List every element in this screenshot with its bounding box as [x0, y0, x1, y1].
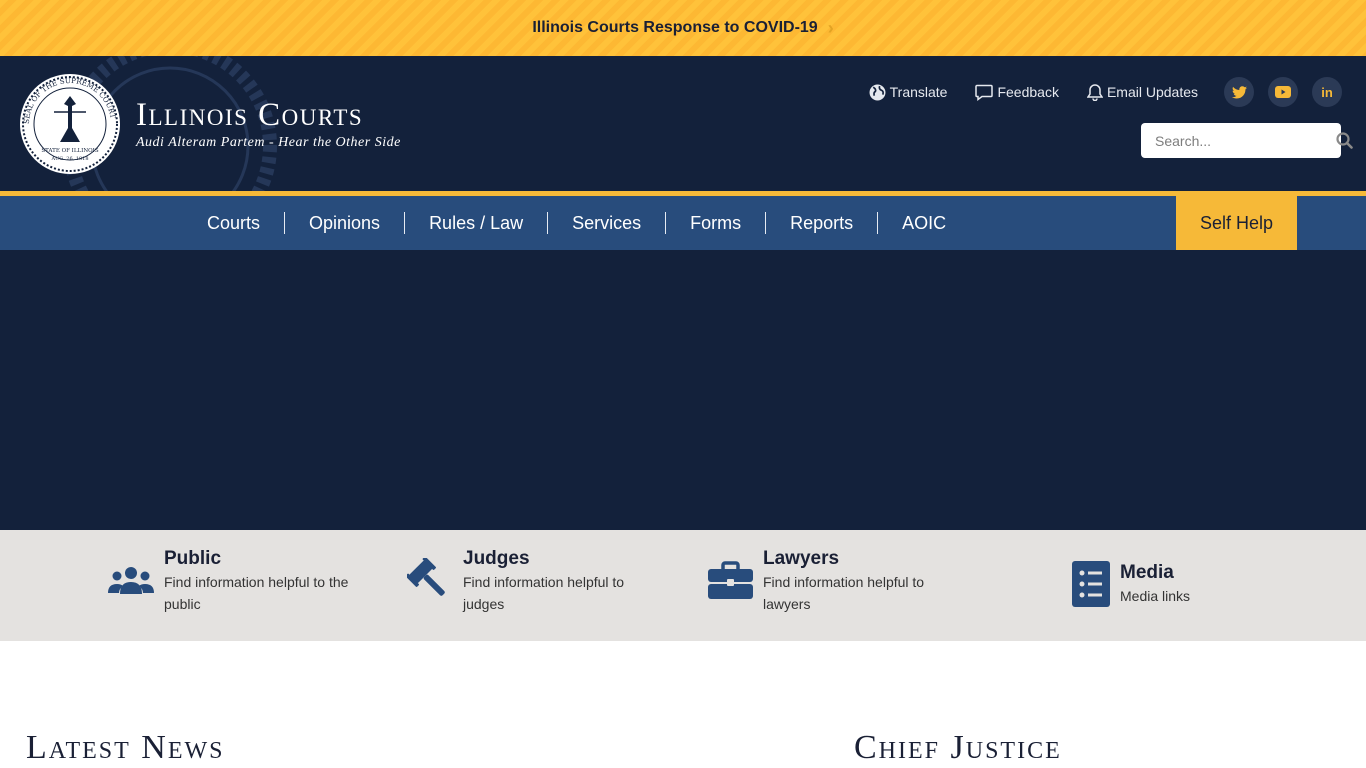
covid-alert-text: Illinois Courts Response to COVID-19 — [532, 19, 818, 36]
comment-icon — [975, 84, 994, 101]
audience-lawyers[interactable]: Lawyers Find information helpful to lawy… — [708, 547, 953, 615]
search-input[interactable] — [1141, 123, 1336, 158]
list-icon — [1072, 561, 1110, 607]
nav-item-courts[interactable]: Courts — [183, 212, 284, 234]
globe-icon — [869, 84, 886, 100]
seal-date-text: AUG. 26, 1818 — [50, 156, 88, 162]
audience-lawyers-desc: Find information helpful to lawyers — [763, 574, 925, 612]
search-box — [1141, 123, 1353, 158]
email-updates-label: Email Updates — [1106, 84, 1198, 100]
twitter-icon — [1231, 85, 1247, 98]
linkedin-link[interactable]: in — [1312, 77, 1342, 107]
main-nav: Courts Opinions Rules / Law Services For… — [0, 196, 1366, 250]
site-logo[interactable]: SEAL OF THE SUPREME COURT STATE OF ILLIN… — [18, 72, 401, 176]
supreme-court-seal-icon: SEAL OF THE SUPREME COURT STATE OF ILLIN… — [20, 74, 120, 174]
site-title: Illinois Courts — [136, 97, 364, 133]
translate-link[interactable]: Translate — [869, 84, 948, 101]
covid-alert-banner: Illinois Courts Response to COVID-19 › — [0, 0, 1366, 56]
audience-media-title: Media — [1120, 562, 1174, 583]
social-links: in — [1224, 77, 1342, 107]
users-icon — [108, 566, 154, 596]
audience-judges[interactable]: Judges Find information helpful to judge… — [407, 547, 653, 615]
chevron-right-icon: › — [827, 17, 834, 38]
audience-public-desc: Find information helpful to the public — [164, 574, 349, 612]
latest-news-heading: Latest News — [26, 729, 225, 766]
youtube-icon — [1275, 86, 1291, 98]
chief-justice-heading: Chief Justice — [854, 729, 1062, 766]
audience-media-desc: Media links — [1120, 588, 1191, 604]
briefcase-icon — [708, 561, 753, 601]
nav-item-rules-law[interactable]: Rules / Law — [404, 212, 547, 234]
self-help-button[interactable]: Self Help — [1176, 196, 1297, 250]
audience-links: Public Find information helpful to the p… — [0, 530, 1366, 641]
site-header: SEAL OF THE SUPREME COURT STATE OF ILLIN… — [0, 56, 1366, 191]
translate-label: Translate — [889, 84, 948, 100]
seal-state-text: STATE OF ILLINOIS — [41, 148, 98, 154]
search-icon — [1336, 132, 1353, 149]
nav-item-reports[interactable]: Reports — [765, 212, 877, 234]
feedback-label: Feedback — [997, 84, 1059, 100]
audience-judges-desc: Find information helpful to judges — [463, 574, 625, 612]
nav-item-opinions[interactable]: Opinions — [284, 212, 404, 234]
utility-bar: Translate Feedback Email Updates in — [841, 77, 1342, 107]
nav-item-aoic[interactable]: AOIC — [877, 212, 970, 234]
logo-text: Illinois Courts Audi Alteram Partem - He… — [136, 97, 401, 151]
feedback-link[interactable]: Feedback — [975, 84, 1059, 101]
audience-lawyers-title: Lawyers — [763, 548, 840, 569]
nav-item-forms[interactable]: Forms — [665, 212, 765, 234]
nav-item-services[interactable]: Services — [547, 212, 665, 234]
hero-banner — [0, 250, 1366, 530]
nav-items: Courts Opinions Rules / Law Services For… — [183, 196, 970, 250]
site-tagline: Audi Alteram Partem - Hear the Other Sid… — [136, 135, 401, 150]
youtube-link[interactable] — [1268, 77, 1298, 107]
twitter-link[interactable] — [1224, 77, 1254, 107]
search-button[interactable] — [1336, 123, 1353, 158]
audience-public-title: Public — [164, 548, 222, 569]
audience-media[interactable]: Media Media links — [1072, 561, 1310, 607]
audience-judges-title: Judges — [463, 548, 530, 569]
audience-public[interactable]: Public Find information helpful to the p… — [108, 547, 354, 615]
gavel-icon — [407, 558, 453, 604]
covid-alert-link[interactable]: Illinois Courts Response to COVID-19 › — [532, 18, 833, 39]
linkedin-icon: in — [1321, 84, 1333, 100]
email-updates-link[interactable]: Email Updates — [1086, 83, 1198, 101]
bell-icon — [1086, 84, 1103, 101]
